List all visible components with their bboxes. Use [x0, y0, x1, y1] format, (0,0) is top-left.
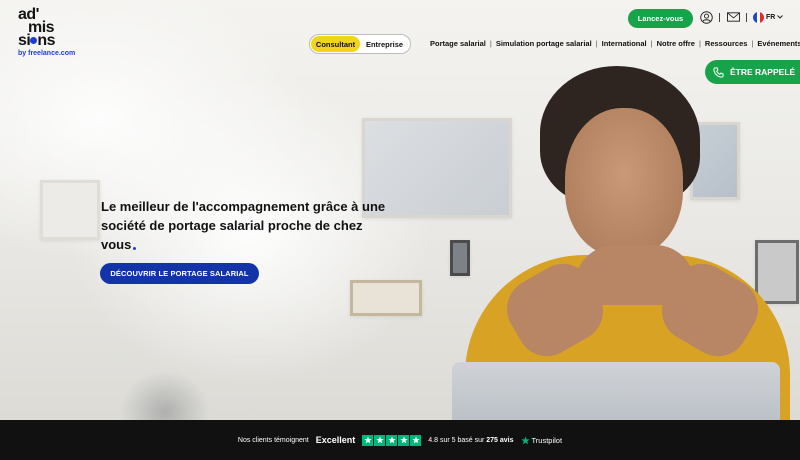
wall-frame	[450, 240, 470, 276]
woman-face	[565, 108, 683, 256]
toggle-consultant[interactable]: Consultant	[311, 36, 360, 52]
logo-line: si	[18, 32, 31, 49]
logo-wordmark: ad' mis si ns	[18, 7, 80, 49]
plant-shadow	[120, 370, 210, 420]
trust-rating: 4.8 sur 5 basé sur 275 avis	[428, 437, 513, 444]
phone-icon	[713, 66, 724, 78]
language-selector[interactable]: FR	[753, 11, 784, 23]
language-label: FR	[766, 13, 776, 21]
trust-stars	[362, 434, 422, 446]
star-icon	[386, 434, 398, 446]
star-icon	[374, 434, 386, 446]
star-icon	[398, 434, 410, 446]
launch-button[interactable]: Lancez-vous	[628, 9, 693, 28]
callback-button[interactable]: ÊTRE RAPPELÉ	[705, 60, 800, 84]
nav-item-ressources[interactable]: Ressources	[705, 39, 748, 48]
chevron-down-icon	[777, 15, 784, 19]
logo-subtitle: by freelance.com	[18, 50, 76, 57]
nav-item-simulation[interactable]: Simulation portage salarial	[496, 39, 592, 48]
trustpilot-wordmark: Trustpilot	[531, 435, 563, 445]
icon-separator	[719, 12, 720, 22]
nav-separator: |	[698, 39, 701, 48]
nav-separator: |	[650, 39, 653, 48]
trust-verdict: Excellent	[315, 435, 356, 445]
nav-item-portage-salarial[interactable]: Portage salarial	[430, 39, 486, 48]
admissions-logo[interactable]: ad' mis si ns by freelance.com	[18, 7, 80, 58]
toggle-entreprise[interactable]: Entreprise	[360, 36, 409, 52]
france-flag-icon	[753, 11, 764, 23]
nav-item-notre-offre[interactable]: Notre offre	[657, 39, 695, 48]
wall-frame	[350, 280, 422, 316]
laptop	[452, 362, 780, 420]
trust-intro: Nos clients témoignent	[237, 436, 309, 444]
top-icons: FR	[699, 10, 784, 24]
hero-headline: Le meilleur de l'accompagnement grâce à …	[101, 197, 391, 254]
trustpilot-star-icon	[520, 435, 530, 444]
audience-toggle[interactable]: Consultant Entreprise	[309, 34, 411, 54]
trustpilot-logo: Trustpilot	[520, 435, 563, 445]
nav-item-evenements[interactable]: Evénements	[757, 39, 800, 48]
mail-icon[interactable]	[726, 10, 740, 24]
callback-label: ÊTRE RAPPELÉ	[730, 67, 796, 77]
woman-hands	[575, 245, 695, 305]
discover-portage-button[interactable]: DÉCOUVRIR LE PORTAGE SALARIAL	[100, 263, 259, 284]
star-icon	[362, 434, 374, 446]
hero-headline-text: Le meilleur de l'accompagnement grâce à …	[101, 199, 386, 252]
star-icon	[410, 434, 422, 446]
icon-separator	[746, 12, 747, 22]
account-icon[interactable]	[699, 10, 713, 24]
headline-dot	[133, 247, 137, 250]
trust-rating-text: 4.8 sur 5 basé sur	[428, 436, 485, 444]
nav-separator: |	[489, 39, 492, 48]
main-nav: Portage salarial | Simulation portage sa…	[430, 39, 800, 48]
logo-line: ns	[37, 32, 56, 49]
nav-separator: |	[595, 39, 598, 48]
trustpilot-bar[interactable]: Nos clients témoignent Excellent 4.8 sur…	[0, 420, 800, 460]
trust-review-count: 275 avis	[486, 436, 514, 444]
wall-frame	[755, 240, 799, 304]
wall-frame	[40, 180, 100, 240]
nav-separator: |	[751, 39, 754, 48]
nav-item-international[interactable]: International	[602, 39, 647, 48]
